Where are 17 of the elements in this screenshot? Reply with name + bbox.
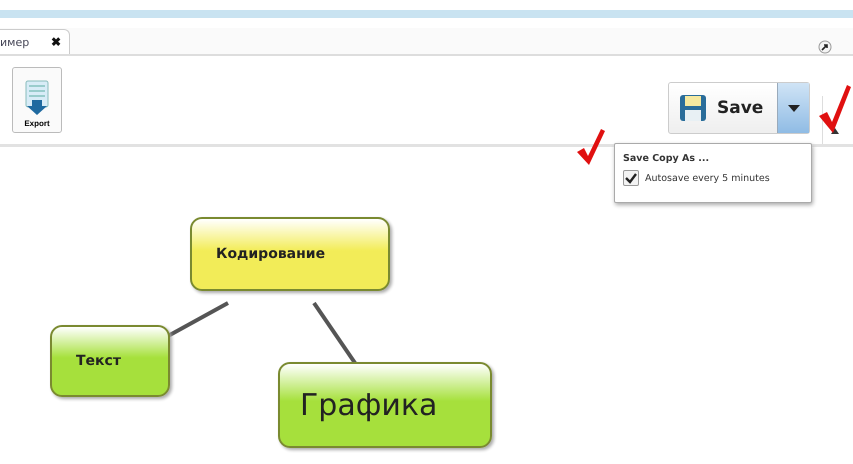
checkbox[interactable] — [623, 170, 639, 186]
close-tab-button[interactable]: ✖ — [51, 35, 62, 49]
menu-checkbox-item[interactable]: Autosave every 5 minutes — [623, 170, 803, 186]
mind-map-node: Текст — [50, 325, 170, 397]
dropdown-button[interactable] — [777, 83, 810, 133]
mind-map-node: Кодирование — [190, 217, 390, 291]
export-icon — [24, 80, 50, 116]
checkmark-icon — [818, 84, 852, 134]
tab-label[interactable]: имер — [0, 36, 30, 48]
connector-line — [312, 302, 357, 364]
connector-line — [167, 301, 229, 338]
checkmark-icon — [576, 128, 606, 166]
mind-map-node: Графика — [278, 362, 492, 448]
export-button[interactable]: Export — [12, 67, 62, 133]
menu-item[interactable]: Save Copy As ... — [623, 153, 803, 164]
collapse-icon[interactable] — [831, 128, 839, 134]
caret-icon — [788, 104, 800, 112]
